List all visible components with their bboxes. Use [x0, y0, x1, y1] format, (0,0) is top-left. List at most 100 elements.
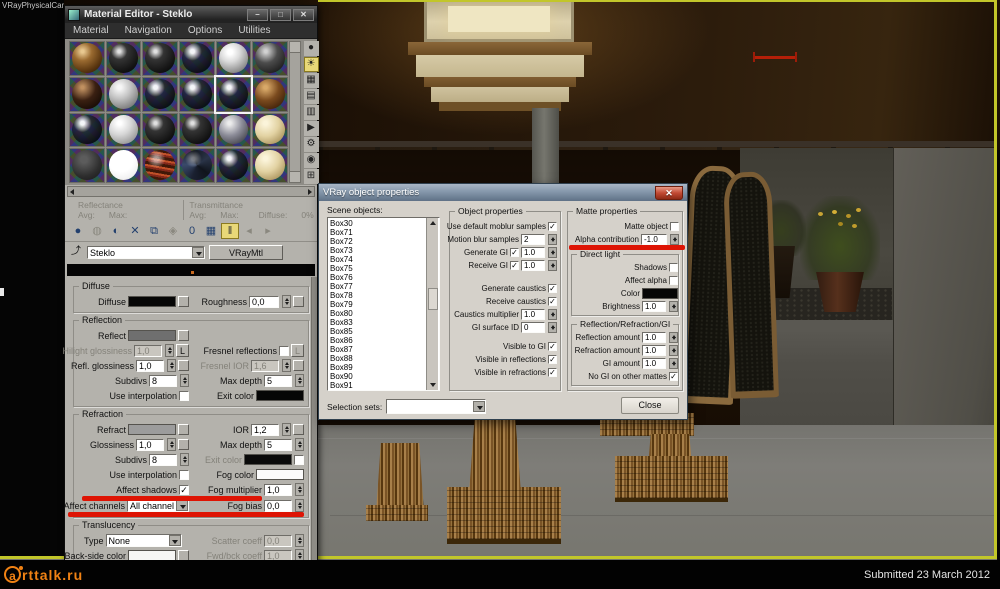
motion-blur-samples-spinner[interactable] — [548, 234, 557, 245]
material-sample-slot[interactable] — [252, 77, 288, 112]
refr-glossiness-map-button[interactable] — [178, 439, 189, 450]
scene-object-item[interactable]: Box87 — [330, 345, 439, 354]
scene-object-item[interactable]: Box74 — [330, 255, 439, 264]
scatter-coeff-field[interactable]: 0,0 — [264, 535, 292, 547]
reflection-amount-spinner[interactable] — [669, 332, 678, 343]
material-type-button[interactable]: VRayMtl — [209, 245, 283, 260]
diffuse-map-button[interactable] — [178, 296, 189, 307]
scene-object-item[interactable]: Box76 — [330, 273, 439, 282]
fog-bias-field[interactable]: 0,0 — [264, 500, 292, 512]
material-sample-slot[interactable] — [69, 148, 105, 183]
scene-object-item[interactable]: Box91 — [330, 381, 439, 390]
go-forward-icon[interactable]: ▸ — [259, 223, 277, 239]
options-icon[interactable]: ⚙ — [304, 137, 319, 152]
put-to-library-icon[interactable]: ◈ — [164, 223, 182, 239]
pick-material-icon[interactable]: ⤴ — [69, 246, 83, 259]
receive-caustics-checkbox[interactable]: ✓ — [548, 297, 557, 306]
material-sample-slot[interactable] — [252, 41, 288, 76]
refl-glossiness-field[interactable]: 1,0 — [136, 360, 164, 372]
refr-use-interpolation-checkbox[interactable] — [179, 470, 189, 480]
caustics-multiplier-spinner[interactable] — [548, 309, 557, 320]
material-sample-slot[interactable] — [216, 77, 252, 112]
material-sample-slot[interactable] — [179, 77, 215, 112]
roughness-spinner[interactable] — [282, 295, 291, 308]
generate-caustics-checkbox[interactable]: ✓ — [548, 284, 557, 293]
no-gi-on-other-mattes-checkbox[interactable]: ✓ — [669, 372, 678, 381]
go-to-parent-icon[interactable]: ◂ — [240, 223, 258, 239]
fog-multiplier-spinner[interactable] — [295, 483, 304, 496]
menu-item[interactable]: Utilities — [230, 25, 278, 36]
affect-alpha-checkbox[interactable] — [669, 276, 678, 285]
fog-bias-spinner[interactable] — [295, 499, 304, 512]
material-sample-slot[interactable] — [216, 113, 252, 148]
scroll-up-button[interactable] — [290, 42, 300, 53]
scene-object-item[interactable]: Box89 — [330, 363, 439, 372]
refl-glossiness-spinner[interactable] — [167, 359, 176, 372]
background-icon[interactable]: ▦ — [304, 73, 319, 88]
refr-glossiness-spinner[interactable] — [167, 438, 176, 451]
refract-map-button[interactable] — [178, 424, 189, 435]
scene-object-item[interactable]: Box71 — [330, 228, 439, 237]
fog-color-swatch[interactable] — [256, 469, 304, 480]
scene-object-item[interactable]: Box77 — [330, 282, 439, 291]
scene-object-item[interactable]: Box85 — [330, 327, 439, 336]
scatter-coeff-spinner[interactable] — [295, 534, 304, 547]
refl-max-depth-field[interactable]: 5 — [264, 375, 292, 387]
refract-color-swatch[interactable] — [128, 424, 176, 435]
generate-gi-spinner[interactable] — [548, 247, 557, 258]
gi-amount-spinner[interactable] — [669, 358, 678, 369]
refl-exit-color-swatch[interactable] — [256, 390, 304, 401]
receive-gi-checkbox[interactable]: ✓ — [510, 261, 519, 270]
reflection-amount-field[interactable]: 1.0 — [642, 332, 666, 343]
video-color-check-icon[interactable]: ▥ — [304, 105, 319, 120]
material-sample-slot[interactable] — [179, 41, 215, 76]
scroll-up-icon[interactable] — [430, 221, 436, 225]
get-material-icon[interactable]: ● — [69, 223, 87, 239]
brightness-field[interactable]: 1.0 — [642, 301, 666, 312]
refl-use-interpolation-checkbox[interactable] — [179, 391, 189, 401]
roughness-map-button[interactable] — [293, 296, 304, 307]
material-sample-slot[interactable] — [252, 148, 288, 183]
alpha-contribution-spinner[interactable] — [670, 234, 679, 245]
fresnel-ior-spinner[interactable] — [282, 359, 291, 372]
selection-sets-dropdown[interactable] — [386, 399, 486, 414]
use-default-moblur-checkbox[interactable]: ✓ — [548, 222, 557, 231]
ior-field[interactable]: 1,2 — [251, 424, 279, 436]
hilight-glossiness-spinner[interactable] — [165, 344, 174, 357]
scene-object-item[interactable]: Box73 — [330, 246, 439, 255]
material-sample-slot[interactable] — [106, 113, 142, 148]
menu-item[interactable]: Material — [65, 25, 117, 36]
menu-item[interactable]: Options — [180, 25, 230, 36]
reset-map-icon[interactable]: ✕ — [126, 223, 144, 239]
receive-gi-field[interactable]: 1.0 — [521, 260, 545, 271]
visible-in-refractions-checkbox[interactable]: ✓ — [548, 368, 557, 377]
material-editor-titlebar[interactable]: Material Editor - Steklo – □ ✕ — [65, 6, 317, 23]
slots-horizontal-scrollbar[interactable] — [67, 186, 315, 197]
ior-map-button[interactable] — [293, 424, 304, 435]
scene-object-item[interactable]: Box78 — [330, 291, 439, 300]
material-map-navigator-icon[interactable]: ⊞ — [304, 169, 319, 184]
material-sample-slot[interactable] — [69, 113, 105, 148]
scene-object-item[interactable]: Box80 — [330, 309, 439, 318]
list-scrollbar[interactable] — [426, 218, 438, 390]
hilight-lock-button[interactable]: L — [176, 344, 189, 357]
scroll-down-icon[interactable] — [430, 383, 436, 387]
fresnel-lock-button[interactable]: L — [291, 344, 304, 357]
refl-subdivs-spinner[interactable] — [180, 374, 189, 387]
scene-object-item[interactable]: Box30 — [330, 219, 439, 228]
make-unique-icon[interactable]: ⧉ — [145, 223, 163, 239]
refr-exit-color-checkbox[interactable] — [294, 455, 304, 465]
fog-multiplier-field[interactable]: 1,0 — [264, 484, 292, 496]
scene-object-item[interactable]: Box72 — [330, 237, 439, 246]
material-sample-slot[interactable] — [179, 113, 215, 148]
scene-object-item[interactable]: Box83 — [330, 318, 439, 327]
material-sample-slot[interactable] — [69, 77, 105, 112]
gi-surface-id-spinner[interactable] — [548, 322, 557, 333]
caustics-multiplier-field[interactable]: 1.0 — [521, 309, 545, 320]
matte-object-checkbox[interactable] — [670, 222, 679, 231]
visible-to-gi-checkbox[interactable]: ✓ — [548, 342, 557, 351]
scene-object-item[interactable]: Box90 — [330, 372, 439, 381]
material-sample-slot[interactable] — [216, 148, 252, 183]
refr-subdivs-field[interactable]: 8 — [149, 454, 177, 466]
close-button[interactable]: Close — [621, 397, 679, 414]
